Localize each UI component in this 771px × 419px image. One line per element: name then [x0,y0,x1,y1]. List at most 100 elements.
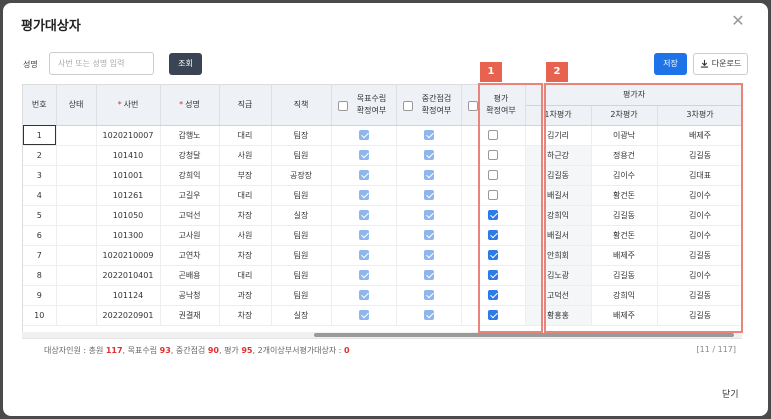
goal-confirmed-checkbox[interactable] [358,210,369,220]
save-button[interactable]: 저장 [654,53,687,75]
cell-name[interactable]: 갑행노 [160,125,220,146]
cell-evaluator-2[interactable]: 황건돈 [591,225,658,246]
cell-evaluator-3[interactable]: 김이수 [657,225,741,246]
eval-confirmed-checkbox[interactable] [488,210,498,220]
goal-confirmed-checkbox[interactable] [358,130,369,140]
cell-no[interactable]: 7 [23,245,57,266]
eval-confirmed-checkbox[interactable] [488,250,498,260]
cell-name[interactable]: 고사원 [160,225,220,246]
mid-confirmed-checkbox[interactable] [423,310,434,320]
eval-confirmed-checkbox[interactable] [488,130,498,140]
cell-evaluator-3[interactable]: 김이수 [657,265,741,286]
cell-no[interactable]: 2 [23,145,57,166]
download-button[interactable]: 다운로드 [693,53,748,75]
cell-rank[interactable]: 사원 [219,145,272,166]
cell-evaluator-2[interactable]: 배제주 [591,245,658,266]
cell-evaluator-2[interactable]: 정용건 [591,145,658,166]
table-row[interactable]: 5 101050 고덕선 차장 실장 강희익 김길동 김이수 [23,205,741,226]
cell-evaluator-3[interactable]: 김길동 [657,245,741,266]
cell-position[interactable]: 팀원 [271,245,332,266]
cell-position[interactable]: 팀원 [271,225,332,246]
mid-confirmed-checkbox[interactable] [423,210,434,220]
search-button[interactable]: 조회 [169,53,202,75]
goal-confirmed-checkbox[interactable] [358,250,369,260]
goal-confirmed-checkbox[interactable] [358,150,369,160]
cell-evaluator-1[interactable]: 황홍홍 [525,305,592,326]
goal-confirmed-checkbox[interactable] [358,290,369,300]
col-name[interactable]: * 성명 [160,85,220,126]
cell-name[interactable]: 고덕선 [160,205,220,226]
cell-evaluator-3[interactable]: 배제주 [657,125,741,146]
mid-confirmed-checkbox[interactable] [423,170,434,180]
cell-evaluator-2[interactable]: 강희익 [591,285,658,306]
cell-status[interactable] [56,245,97,266]
mid-confirmed-checkbox[interactable] [423,290,434,300]
cell-rank[interactable]: 대리 [219,185,272,206]
cell-position[interactable]: 팀장 [271,125,332,146]
cell-emp-id[interactable]: 2022010401 [96,265,161,286]
cell-status[interactable] [56,205,97,226]
cell-position[interactable]: 팀원 [271,185,332,206]
cell-evaluator-2[interactable]: 김길동 [591,265,658,286]
cell-no[interactable]: 10 [23,305,57,326]
cell-position[interactable]: 공장장 [271,165,332,186]
cell-position[interactable]: 실장 [271,205,332,226]
cell-status[interactable] [56,225,97,246]
cell-evaluator-3[interactable]: 김대표 [657,165,741,186]
cell-position[interactable]: 실장 [271,305,332,326]
cell-status[interactable] [56,145,97,166]
cell-evaluator-2[interactable]: 배제주 [591,305,658,326]
cell-evaluator-3[interactable]: 김길동 [657,285,741,306]
eval-confirmed-checkbox[interactable] [488,230,498,240]
scrollbar-thumb[interactable] [314,333,734,337]
cell-name[interactable]: 고연차 [160,245,220,266]
mid-confirmed-checkbox[interactable] [423,130,434,140]
cell-no[interactable]: 3 [23,165,57,186]
goal-confirmed-checkbox[interactable] [358,190,369,200]
cell-name[interactable]: 공낙청 [160,285,220,306]
cell-emp-id[interactable]: 101410 [96,145,161,166]
cell-position[interactable]: 팀원 [271,285,332,306]
cell-emp-id[interactable]: 1020210007 [96,125,161,146]
cell-rank[interactable]: 대리 [219,265,272,286]
cell-name[interactable]: 강청달 [160,145,220,166]
table-row[interactable]: 2 101410 강청달 사원 팀원 하근강 정용건 김길동 [23,145,741,166]
eval-confirmed-checkbox[interactable] [488,150,498,160]
cell-emp-id[interactable]: 101300 [96,225,161,246]
cell-name[interactable]: 강희익 [160,165,220,186]
cell-rank[interactable]: 과장 [219,285,272,306]
eval-confirmed-checkbox[interactable] [488,270,498,280]
cell-status[interactable] [56,265,97,286]
close-icon[interactable]: ✕ [729,12,747,30]
cell-no[interactable]: 1 [23,125,57,146]
cell-evaluator-1[interactable]: 안희회 [525,245,592,266]
cell-no[interactable]: 4 [23,185,57,206]
cell-evaluator-2[interactable]: 김이수 [591,165,658,186]
table-row[interactable]: 10 2022020901 권결재 차장 실장 황홍홍 배제주 김길동 [23,305,741,326]
cell-status[interactable] [56,125,97,146]
eval-confirmed-checkbox[interactable] [488,310,498,320]
cell-name[interactable]: 권결재 [160,305,220,326]
cell-evaluator-1[interactable]: 고덕선 [525,285,592,306]
cell-name[interactable]: 곤배용 [160,265,220,286]
cell-evaluator-3[interactable]: 김길동 [657,145,741,166]
search-input[interactable] [49,52,154,75]
mid-confirmed-checkbox[interactable] [423,150,434,160]
table-row[interactable]: 3 101001 강희익 부장 공장장 김길동 김이수 김대표 [23,165,741,186]
mid-confirmed-checkbox[interactable] [423,230,434,240]
cell-no[interactable]: 6 [23,225,57,246]
table-row[interactable]: 4 101261 고길우 대리 팀원 배길서 황건돈 김이수 [23,185,741,206]
table-row[interactable]: 8 2022010401 곤배용 대리 팀원 김노광 김길동 김이수 [23,265,741,286]
cell-evaluator-1[interactable]: 배길서 [525,225,592,246]
table-row[interactable]: 9 101124 공낙청 과장 팀원 고덕선 강희익 김길동 [23,285,741,306]
cell-evaluator-1[interactable]: 강희익 [525,205,592,226]
cell-name[interactable]: 고길우 [160,185,220,206]
goal-confirmed-checkbox[interactable] [358,170,369,180]
cell-no[interactable]: 5 [23,205,57,226]
cell-evaluator-2[interactable]: 김길동 [591,205,658,226]
cell-position[interactable]: 팀원 [271,145,332,166]
cell-emp-id[interactable]: 101124 [96,285,161,306]
col-emp-id[interactable]: * 사번 [96,85,161,126]
cell-rank[interactable]: 차장 [219,245,272,266]
cell-evaluator-2[interactable]: 황건돈 [591,185,658,206]
